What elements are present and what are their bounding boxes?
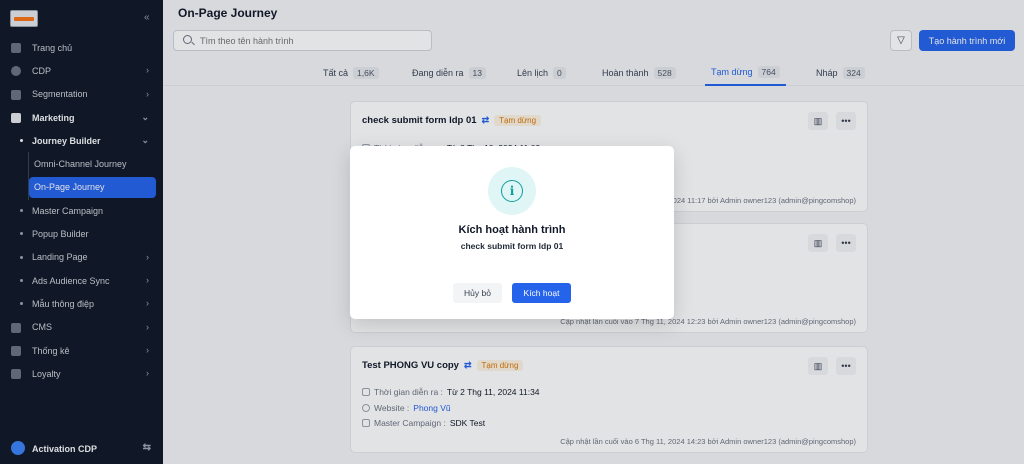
activate-journey-dialog: i Kích hoạt hành trình check submit form… bbox=[350, 146, 674, 319]
info-icon: i bbox=[501, 180, 523, 202]
cancel-button[interactable]: Hủy bỏ bbox=[453, 283, 502, 303]
info-icon-wrap: i bbox=[488, 167, 536, 215]
dialog-subtitle: check submit form ldp 01 bbox=[460, 241, 564, 251]
activate-button[interactable]: Kích hoạt bbox=[512, 283, 571, 303]
dialog-title: Kích hoạt hành trình bbox=[458, 224, 566, 236]
